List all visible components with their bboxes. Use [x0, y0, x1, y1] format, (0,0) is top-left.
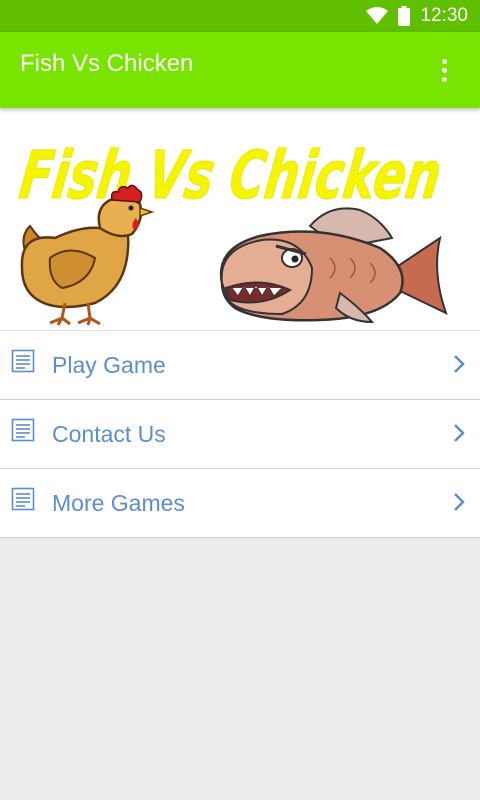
banner-illustration: Fish Vs Chicken: [15, 136, 448, 326]
menu-label: Contact Us: [52, 421, 166, 447]
list-icon: [11, 349, 35, 373]
fish-illustration: [219, 207, 448, 324]
status-bar: 12:30: [0, 0, 480, 32]
app-title: Fish Vs Chicken: [20, 50, 194, 77]
more-vert-icon: [441, 58, 447, 64]
menu-list: Play Game Contact Us More Games: [0, 330, 480, 538]
chevron-right-icon: [454, 424, 465, 442]
menu-item-more-games[interactable]: More Games: [0, 469, 480, 538]
menu-label: Play Game: [52, 352, 166, 378]
banner-title: Fish Vs Chicken: [15, 136, 446, 214]
battery-icon: [398, 6, 411, 26]
app-bar: Fish Vs Chicken: [0, 32, 480, 108]
chevron-right-icon: [454, 355, 465, 373]
list-icon: [11, 418, 35, 442]
status-time: 12:30: [420, 5, 468, 26]
banner-image: Fish Vs Chicken: [0, 108, 480, 330]
menu-item-contact-us[interactable]: Contact Us: [0, 400, 480, 469]
chevron-right-icon: [454, 493, 465, 511]
wifi-icon: [366, 7, 389, 24]
overflow-menu-button[interactable]: [422, 50, 466, 90]
list-icon: [11, 487, 35, 511]
menu-label: More Games: [52, 490, 185, 516]
menu-item-play-game[interactable]: Play Game: [0, 330, 480, 400]
status-icons: 12:30: [366, 0, 468, 32]
